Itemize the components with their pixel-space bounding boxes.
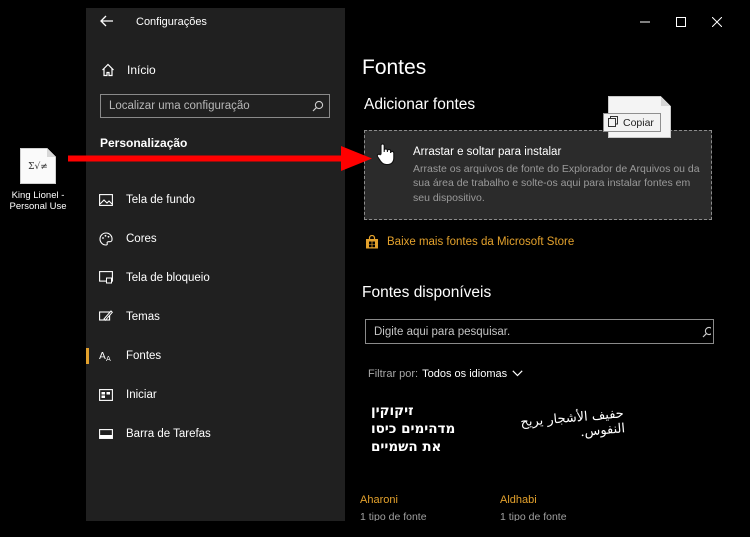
desktop-file-label-line1: King Lionel - [11, 190, 65, 201]
drop-zone-title: Arrastar e soltar para instalar [413, 146, 562, 158]
filter-value: Todos os idiomas [422, 368, 508, 380]
fonts-icon: AA [98, 348, 114, 364]
copy-icon [608, 115, 618, 130]
font-search-input[interactable] [366, 325, 699, 338]
home-icon [100, 62, 116, 78]
sidebar-item-label: Iniciar [126, 388, 157, 401]
copy-label: Copiar [623, 116, 654, 129]
font-name: Aharoni [360, 494, 398, 506]
sidebar-nav: Tela de fundo Cores Tela de bloqueio Tem… [86, 180, 345, 453]
font-face-count: 1 tipo de fonte [360, 511, 427, 521]
palette-icon [98, 231, 114, 247]
settings-search-input[interactable] [101, 100, 307, 112]
sidebar-item-label: Temas [126, 310, 160, 323]
section-personalization: Personalização [100, 136, 188, 150]
drag-copy-tooltip: Copiar [603, 96, 671, 138]
close-icon[interactable] [699, 8, 735, 36]
maximize-icon[interactable] [663, 8, 699, 36]
start-icon [98, 387, 114, 403]
desktop-file-label-line2: Personal Use [9, 201, 67, 213]
settings-window: Configurações Início Personalização Tela… [86, 8, 735, 521]
hand-cursor-icon [374, 141, 400, 172]
sidebar-item-start[interactable]: Iniciar [86, 375, 345, 414]
picture-icon [98, 192, 114, 208]
sidebar-item-fonts[interactable]: AA Fontes [86, 336, 345, 375]
desktop-file-label: King Lionel - Personal Use [0, 190, 76, 213]
sidebar: Configurações Início Personalização Tela… [86, 8, 345, 521]
font-drop-zone[interactable]: Arrastar e soltar para instalar Arraste … [364, 130, 712, 220]
sidebar-item-background[interactable]: Tela de fundo [86, 180, 345, 219]
store-bag-icon [364, 234, 380, 250]
sidebar-item-themes[interactable]: Temas [86, 297, 345, 336]
sidebar-item-label: Cores [126, 232, 157, 245]
svg-text:A: A [99, 351, 106, 362]
sidebar-item-label: Tela de fundo [126, 193, 196, 206]
main-content: Fontes Adicionar fontes Arrastar e solta… [345, 8, 735, 521]
sidebar-item-colors[interactable]: Cores [86, 219, 345, 258]
sidebar-item-lock-screen[interactable]: Tela de bloqueio [86, 258, 345, 297]
filter-label: Filtrar por: [368, 368, 419, 380]
microsoft-store-link[interactable]: Baixe mais fontes da Microsoft Store [364, 234, 574, 250]
add-fonts-heading: Adicionar fontes [364, 96, 476, 113]
font-preview: حفيف الأشجار يريح النفوس. [519, 406, 626, 441]
copy-badge: Copiar [603, 113, 661, 132]
sidebar-item-label: Barra de Tarefas [126, 427, 211, 440]
font-file-icon: Σ√≠ [20, 148, 56, 184]
font-card-aldhabi[interactable]: حفيف الأشجار يريح النفوس. Aldhabi 1 tipo… [500, 396, 650, 521]
font-face-count: 1 tipo de fonte [500, 511, 567, 521]
window-controls [627, 8, 735, 36]
chevron-down-icon [512, 368, 523, 380]
search-icon[interactable] [307, 100, 329, 112]
language-filter[interactable]: Filtrar por: Todos os idiomas [368, 368, 523, 380]
sidebar-item-label: Tela de bloqueio [126, 271, 210, 284]
search-icon[interactable] [699, 326, 713, 338]
sidebar-item-taskbar[interactable]: Barra de Tarefas [86, 414, 345, 453]
drop-zone-description: Arraste os arquivos de fonte do Explorad… [413, 163, 700, 204]
font-search-box[interactable] [365, 319, 714, 344]
settings-search[interactable] [100, 94, 330, 118]
title-bar: Configurações [86, 8, 207, 36]
window-title: Configurações [136, 16, 207, 28]
nav-home-label: Início [127, 63, 156, 77]
taskbar-icon [98, 426, 114, 442]
lock-screen-icon [98, 270, 114, 286]
desktop-font-file[interactable]: Σ√≠ King Lionel - Personal Use [0, 148, 76, 213]
sidebar-item-label: Fontes [126, 349, 162, 362]
font-preview: זיקוקין מדהימים כיסו את השמיים [371, 403, 456, 456]
page-title: Fontes [362, 56, 427, 79]
font-card-aharoni[interactable]: זיקוקין מדהימים כיסו את השמיים Aharoni 1… [360, 396, 506, 521]
store-link-label: Baixe mais fontes da Microsoft Store [387, 236, 575, 248]
minimize-icon[interactable] [627, 8, 663, 36]
back-arrow-icon[interactable] [100, 14, 116, 30]
nav-home[interactable]: Início [100, 60, 156, 80]
svg-text:A: A [106, 355, 111, 362]
font-name: Aldhabi [500, 494, 537, 506]
available-fonts-heading: Fontes disponíveis [362, 284, 492, 301]
themes-icon [98, 309, 114, 325]
